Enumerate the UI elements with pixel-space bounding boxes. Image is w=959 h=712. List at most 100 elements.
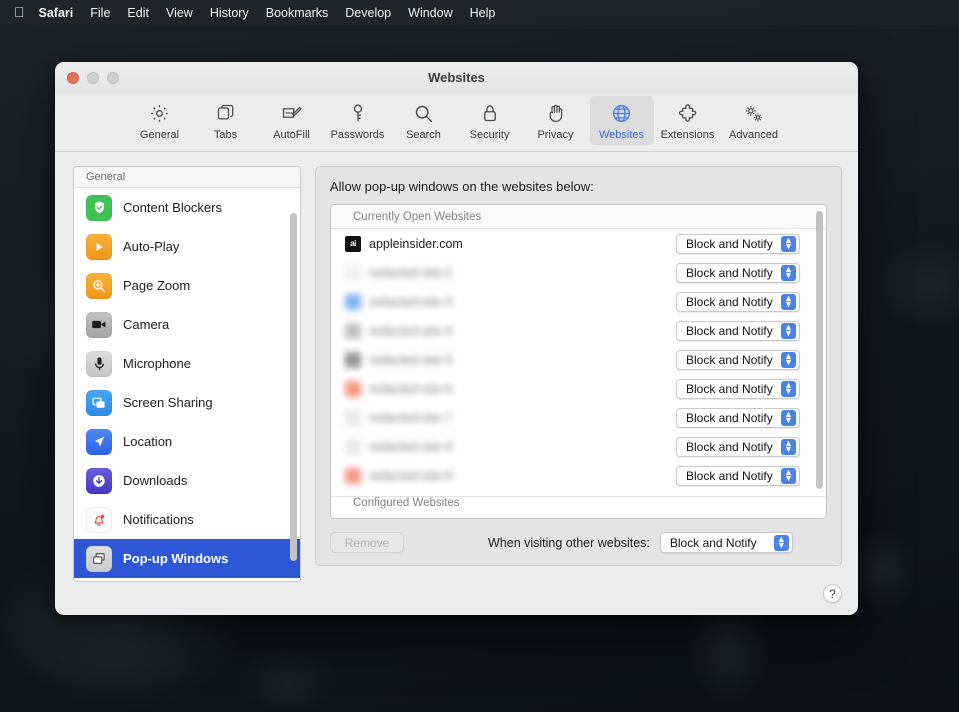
sidebar-list: Content Blockers Auto-Play Page Zoom [74, 188, 300, 578]
tab-security[interactable]: Security [458, 96, 522, 145]
magnifier-plus-icon [86, 273, 112, 299]
chevron-updown-icon[interactable]: ▲▼ [774, 535, 789, 551]
table-row[interactable]: ai appleinsider.com Block and Notify ▲▼ [331, 229, 826, 258]
table-row[interactable]: redacted-site-3 Block and Notify ▲▼ [331, 287, 826, 316]
popup-action-select[interactable]: Block and Notify ▲▼ [676, 437, 800, 457]
chevron-updown-icon[interactable]: ▲▼ [781, 265, 796, 281]
popup-action-select[interactable]: Block and Notify ▲▼ [676, 466, 800, 486]
favicon-icon [345, 381, 361, 397]
other-websites-value: Block and Notify [670, 536, 768, 550]
popup-action-select[interactable]: Block and Notify ▲▼ [676, 321, 800, 341]
menu-item-window[interactable]: Window [408, 6, 452, 20]
table-row[interactable]: redacted-site-6 Block and Notify ▲▼ [331, 374, 826, 403]
website-list-scrollbar[interactable] [816, 211, 823, 496]
bell-icon [86, 507, 112, 533]
menu-item-history[interactable]: History [210, 6, 249, 20]
chevron-updown-icon[interactable]: ▲▼ [781, 323, 796, 339]
website-domain: redacted-site-3 [369, 295, 452, 309]
popup-action-value: Block and Notify [686, 353, 775, 367]
sidebar-item-notifications[interactable]: Notifications [74, 500, 300, 539]
apple-logo-icon[interactable]:  [14, 5, 25, 19]
table-row[interactable]: redacted-site-9 Block and Notify ▲▼ [331, 461, 826, 490]
other-websites-select[interactable]: Block and Notify ▲▼ [660, 532, 793, 553]
table-row[interactable]: redacted-site-7 Block and Notify ▲▼ [331, 403, 826, 432]
table-row[interactable]: redacted-site-4 Block and Notify ▲▼ [331, 316, 826, 345]
tab-autofill-label: AutoFill [273, 129, 310, 141]
sidebar-item-content-blockers[interactable]: Content Blockers [74, 188, 300, 227]
tab-websites[interactable]: Websites [590, 96, 654, 145]
menu-item-file[interactable]: File [90, 6, 110, 20]
favicon-icon [345, 410, 361, 426]
chevron-updown-icon[interactable]: ▲▼ [781, 468, 796, 484]
menu-item-safari[interactable]: Safari [39, 6, 74, 20]
popup-action-select[interactable]: Block and Notify ▲▼ [676, 350, 800, 370]
sidebar-item-label: Downloads [123, 473, 187, 488]
tab-extensions[interactable]: Extensions [656, 96, 720, 145]
tab-privacy[interactable]: Privacy [524, 96, 588, 145]
pane-footer: Remove When visiting other websites: Blo… [330, 532, 827, 553]
sidebar-item-location[interactable]: Location [74, 422, 300, 461]
chevron-updown-icon[interactable]: ▲▼ [781, 236, 796, 252]
popup-action-select[interactable]: Block and Notify ▲▼ [676, 263, 800, 283]
tab-tabs[interactable]: Tabs [194, 96, 258, 145]
tab-websites-label: Websites [599, 129, 644, 141]
shield-check-icon [86, 195, 112, 221]
menu-item-bookmarks[interactable]: Bookmarks [266, 6, 329, 20]
tab-general-label: General [140, 129, 179, 141]
popup-action-select[interactable]: Block and Notify ▲▼ [676, 234, 800, 254]
website-domain: redacted-site-5 [369, 353, 452, 367]
sidebar-item-downloads[interactable]: Downloads [74, 461, 300, 500]
tab-tabs-label: Tabs [214, 129, 237, 141]
sidebar-item-page-zoom[interactable]: Page Zoom [74, 266, 300, 305]
chevron-updown-icon[interactable]: ▲▼ [781, 294, 796, 310]
chevron-updown-icon[interactable]: ▲▼ [781, 352, 796, 368]
sidebar-item-label: Content Blockers [123, 200, 222, 215]
popup-action-select[interactable]: Block and Notify ▲▼ [676, 379, 800, 399]
camera-icon [86, 312, 112, 338]
popup-action-select[interactable]: Block and Notify ▲▼ [676, 408, 800, 428]
tab-search[interactable]: Search [392, 96, 456, 145]
table-row[interactable]: redacted-site-2 Block and Notify ▲▼ [331, 258, 826, 287]
popup-window-icon [86, 546, 112, 572]
download-icon [86, 468, 112, 494]
website-domain: redacted-site-4 [369, 324, 452, 338]
sidebar-scrollbar-thumb[interactable] [290, 213, 297, 561]
popup-action-value: Block and Notify [686, 382, 775, 396]
menu-item-edit[interactable]: Edit [127, 6, 149, 20]
tab-privacy-label: Privacy [537, 129, 573, 141]
tabs-icon [216, 100, 236, 126]
tab-advanced[interactable]: Advanced [722, 96, 786, 145]
list-section-header-currently-open: Currently Open Websites [331, 205, 826, 229]
remove-button[interactable]: Remove [330, 532, 404, 553]
sidebar-item-label: Location [123, 434, 172, 449]
sidebar-item-screen-sharing[interactable]: Screen Sharing [74, 383, 300, 422]
chevron-updown-icon[interactable]: ▲▼ [781, 410, 796, 426]
sidebar-item-microphone[interactable]: Microphone [74, 344, 300, 383]
website-rows: ai appleinsider.com Block and Notify ▲▼ … [331, 229, 826, 490]
menu-item-develop[interactable]: Develop [345, 6, 391, 20]
tab-autofill[interactable]: AutoFill [260, 96, 324, 145]
menu-item-help[interactable]: Help [470, 6, 496, 20]
sidebar-item-label: Page Zoom [123, 278, 190, 293]
microphone-icon [86, 351, 112, 377]
globe-icon [611, 100, 632, 126]
tab-passwords[interactable]: Passwords [326, 96, 390, 145]
popup-action-value: Block and Notify [686, 411, 775, 425]
sidebar-item-auto-play[interactable]: Auto-Play [74, 227, 300, 266]
sidebar-item-camera[interactable]: Camera [74, 305, 300, 344]
help-button[interactable]: ? [823, 584, 842, 603]
chevron-updown-icon[interactable]: ▲▼ [781, 381, 796, 397]
chevron-updown-icon[interactable]: ▲▼ [781, 439, 796, 455]
table-row[interactable]: redacted-site-5 Block and Notify ▲▼ [331, 345, 826, 374]
popup-action-select[interactable]: Block and Notify ▲▼ [676, 292, 800, 312]
window-titlebar: Websites [55, 62, 858, 94]
favicon-icon [345, 439, 361, 455]
sidebar-item-pop-up-windows[interactable]: Pop-up Windows [74, 539, 300, 578]
tab-general[interactable]: General [128, 96, 192, 145]
websites-sidebar: General Content Blockers Auto-Play [73, 166, 301, 582]
menu-item-view[interactable]: View [166, 6, 193, 20]
popup-action-value: Block and Notify [686, 469, 775, 483]
sidebar-scrollbar[interactable] [290, 213, 297, 561]
website-list-scrollbar-thumb[interactable] [816, 211, 823, 489]
table-row[interactable]: redacted-site-8 Block and Notify ▲▼ [331, 432, 826, 461]
